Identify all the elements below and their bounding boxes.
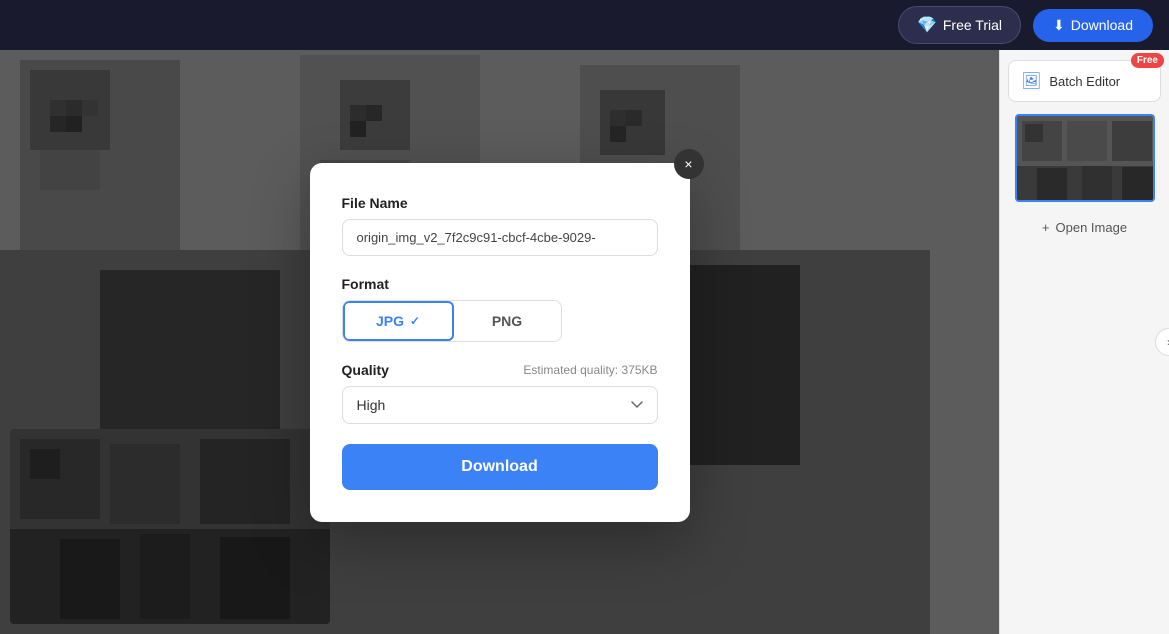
top-download-label: Download bbox=[1071, 17, 1133, 33]
open-image-label: Open Image bbox=[1056, 220, 1128, 235]
quality-select[interactable]: High Low Medium Lossless bbox=[342, 386, 658, 424]
sidebar-thumbnail[interactable] bbox=[1015, 114, 1155, 202]
top-download-button[interactable]: ⬇ Download bbox=[1033, 9, 1153, 42]
free-badge: Free bbox=[1131, 53, 1164, 68]
batch-editor-label: Batch Editor bbox=[1049, 74, 1120, 89]
topbar: 💎 Free Trial ⬇ Download bbox=[0, 0, 1169, 50]
sidebar: 🖼 Batch Editor Free + bbox=[999, 50, 1169, 634]
sidebar-arrow-button[interactable]: › bbox=[1155, 328, 1169, 356]
file-name-input[interactable] bbox=[342, 219, 658, 256]
format-group: JPG ✓ PNG bbox=[342, 300, 562, 342]
format-label: Format bbox=[342, 276, 658, 292]
jpg-label: JPG bbox=[376, 313, 404, 329]
download-modal: × File Name Format JPG ✓ PNG bbox=[310, 163, 690, 522]
diamond-icon: 💎 bbox=[917, 15, 937, 35]
file-name-label: File Name bbox=[342, 195, 658, 211]
jpg-format-button[interactable]: JPG ✓ bbox=[343, 301, 454, 341]
canvas-area: × File Name Format JPG ✓ PNG bbox=[0, 50, 999, 634]
modal-download-button[interactable]: Download bbox=[342, 444, 658, 490]
free-trial-button[interactable]: 💎 Free Trial bbox=[898, 6, 1021, 44]
free-trial-label: Free Trial bbox=[943, 17, 1002, 33]
plus-icon: + bbox=[1042, 220, 1050, 235]
download-icon: ⬇ bbox=[1053, 17, 1065, 34]
check-icon: ✓ bbox=[410, 314, 420, 328]
quality-row: Quality Estimated quality: 375KB bbox=[342, 362, 658, 378]
batch-icon: 🖼 bbox=[1021, 71, 1041, 91]
open-image-button[interactable]: + Open Image bbox=[1008, 214, 1161, 241]
modal-close-button[interactable]: × bbox=[674, 149, 704, 179]
modal-overlay: × File Name Format JPG ✓ PNG bbox=[0, 50, 999, 634]
png-format-button[interactable]: PNG bbox=[454, 301, 561, 341]
main-layout: × File Name Format JPG ✓ PNG bbox=[0, 50, 1169, 634]
estimated-quality: Estimated quality: 375KB bbox=[523, 363, 657, 377]
batch-editor-button[interactable]: 🖼 Batch Editor Free bbox=[1008, 60, 1161, 102]
quality-label: Quality bbox=[342, 362, 389, 378]
modal-download-label: Download bbox=[461, 458, 537, 475]
png-label: PNG bbox=[492, 313, 522, 329]
close-icon: × bbox=[684, 156, 692, 172]
sidebar-thumbnail-inner bbox=[1017, 116, 1153, 200]
